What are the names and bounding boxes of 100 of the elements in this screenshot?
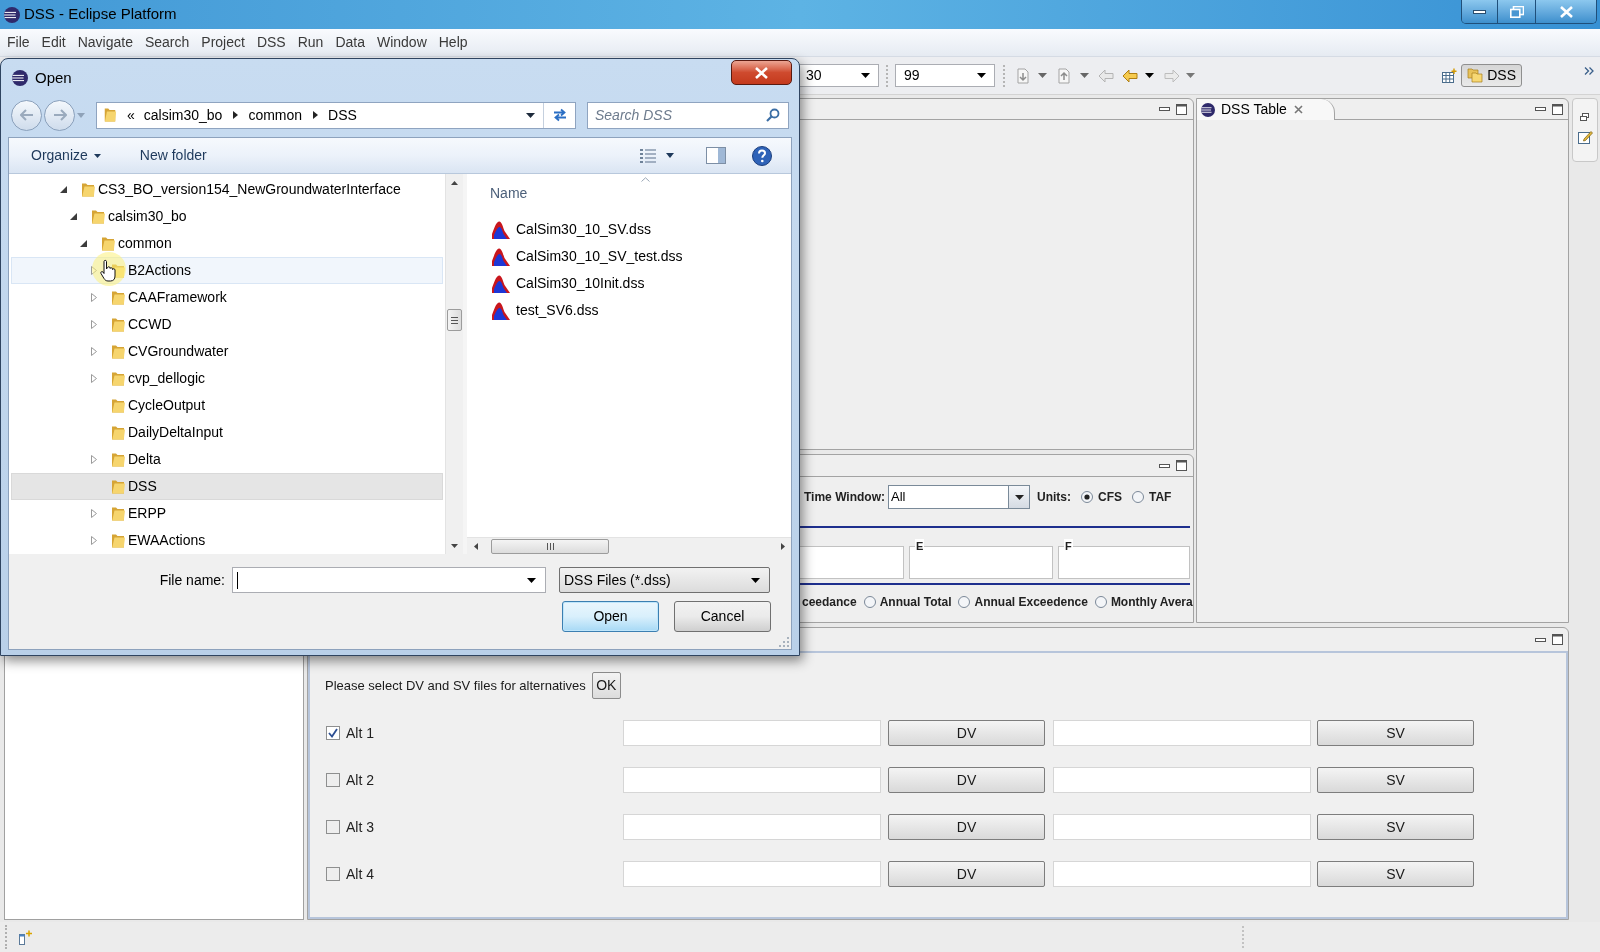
- view-tab[interactable]: DSS Table: [1197, 99, 1335, 120]
- menu-item[interactable]: File: [1, 31, 36, 54]
- sv-button[interactable]: SV: [1317, 720, 1474, 746]
- dv-button[interactable]: DV: [888, 767, 1045, 793]
- collapsed-arrow-icon[interactable]: [90, 266, 97, 275]
- menu-item[interactable]: Edit: [35, 31, 72, 54]
- maximize-icon[interactable]: [1176, 103, 1187, 115]
- collapsed-arrow-icon[interactable]: [90, 509, 97, 518]
- collapsed-arrow-icon[interactable]: [90, 347, 97, 356]
- text-field[interactable]: [623, 767, 881, 793]
- breadcrumb-arrow-icon[interactable]: [233, 111, 239, 119]
- minimize-icon[interactable]: [1159, 463, 1170, 468]
- collapsed-arrow-icon[interactable]: [90, 455, 97, 464]
- minimize-button[interactable]: [1462, 0, 1498, 23]
- address-bar[interactable]: « calsim30_bo common DSS: [96, 101, 576, 129]
- scrollbar[interactable]: [467, 537, 791, 554]
- minimize-icon[interactable]: [1535, 637, 1546, 642]
- caret-down-icon[interactable]: [666, 153, 674, 158]
- dv-button[interactable]: DV: [888, 814, 1045, 840]
- radio-button[interactable]: [1081, 491, 1093, 503]
- maximize-icon[interactable]: [1552, 634, 1563, 645]
- file-name-field[interactable]: [232, 567, 546, 593]
- checkbox[interactable]: [326, 867, 340, 881]
- text-field[interactable]: [1053, 767, 1311, 793]
- dropdown-field[interactable]: All: [888, 485, 1030, 509]
- command-button[interactable]: New folder: [131, 141, 215, 170]
- help-icon[interactable]: [752, 145, 772, 166]
- tree-item[interactable]: CVGroundwater: [11, 338, 443, 365]
- edit-icon[interactable]: [1576, 129, 1593, 145]
- sv-button[interactable]: SV: [1317, 767, 1474, 793]
- collapsed-arrow-icon[interactable]: [90, 320, 97, 329]
- tree-item[interactable]: CAAFramework: [11, 284, 443, 311]
- sv-button[interactable]: SV: [1317, 814, 1474, 840]
- command-button[interactable]: Organize: [23, 141, 109, 170]
- expanded-arrow-icon[interactable]: [60, 186, 67, 193]
- maximize-icon[interactable]: [1552, 103, 1563, 115]
- tree-item[interactable]: calsim30_bo: [11, 203, 443, 230]
- window-plus-icon[interactable]: [18, 929, 33, 945]
- tree-item[interactable]: EWAActions: [11, 527, 443, 554]
- tree-item[interactable]: common: [11, 230, 443, 257]
- column-header[interactable]: Name: [490, 183, 528, 204]
- checkbox[interactable]: [326, 773, 340, 787]
- file-type-dropdown[interactable]: DSS Files (*.dss): [559, 567, 770, 593]
- maximize-icon[interactable]: [1176, 460, 1187, 471]
- menu-item[interactable]: Project: [195, 31, 251, 54]
- radio-button[interactable]: [863, 596, 876, 608]
- tree-item[interactable]: DailyDeltaInput: [11, 419, 443, 446]
- radio-button[interactable]: [958, 596, 971, 608]
- dropdown-button[interactable]: [1008, 486, 1029, 508]
- tree-item[interactable]: CCWD: [11, 311, 443, 338]
- text-field[interactable]: [1053, 861, 1311, 887]
- overflow-chevron[interactable]: «: [127, 104, 135, 126]
- document-item[interactable]: CalSim30_10Init.dss: [491, 273, 645, 294]
- chevron-double-right-icon[interactable]: [1584, 67, 1594, 75]
- arrow-left-icon[interactable]: [1098, 68, 1114, 83]
- breadcrumb-arrow-icon[interactable]: [313, 111, 319, 119]
- minimize-icon[interactable]: [1159, 107, 1170, 111]
- menu-item[interactable]: Run: [291, 31, 330, 54]
- table-plus-icon[interactable]: [1441, 67, 1458, 84]
- breadcrumb[interactable]: calsim30_bo: [143, 104, 223, 126]
- document-item[interactable]: test_SV6.dss: [491, 300, 599, 321]
- collapsed-arrow-icon[interactable]: [90, 293, 97, 302]
- checkbox[interactable]: [326, 726, 340, 740]
- perspective-button[interactable]: DSS: [1461, 64, 1522, 87]
- forward-button[interactable]: [44, 99, 75, 131]
- restore-button[interactable]: [1498, 0, 1536, 23]
- search-field[interactable]: Search DSS: [587, 101, 789, 129]
- dropdown-field[interactable]: 99: [895, 64, 995, 87]
- tree-item[interactable]: cvp_dellogic: [11, 365, 443, 392]
- menu-item[interactable]: Navigate: [71, 31, 139, 54]
- menu-item[interactable]: Window: [370, 31, 433, 54]
- text-field[interactable]: [623, 720, 881, 746]
- collapsed-arrow-icon[interactable]: [90, 536, 97, 545]
- text-field[interactable]: [623, 861, 881, 887]
- arrow-left-icon[interactable]: [1122, 68, 1138, 83]
- collapsed-arrow-icon[interactable]: [90, 374, 97, 383]
- text-field[interactable]: [1053, 720, 1311, 746]
- breadcrumb[interactable]: common: [248, 104, 303, 126]
- dv-button[interactable]: DV: [888, 861, 1045, 887]
- minimize-icon[interactable]: [1535, 107, 1546, 111]
- tree-item[interactable]: CycleOutput: [11, 392, 443, 419]
- menu-item[interactable]: Help: [432, 31, 474, 54]
- close-icon[interactable]: [1293, 105, 1303, 114]
- page-up-arrow-icon[interactable]: [1056, 67, 1072, 84]
- caret-down-icon[interactable]: [1145, 73, 1154, 78]
- document-item[interactable]: CalSim30_10_SV_test.dss: [491, 246, 683, 267]
- back-button[interactable]: [11, 99, 42, 131]
- tree-item[interactable]: B2Actions: [11, 257, 443, 284]
- dv-button[interactable]: DV: [888, 720, 1045, 746]
- radio-button[interactable]: [1094, 596, 1107, 608]
- expanded-arrow-icon[interactable]: [70, 213, 77, 220]
- close-button[interactable]: [731, 60, 792, 85]
- expanded-arrow-icon[interactable]: [80, 240, 87, 247]
- tree-item[interactable]: DSS: [11, 473, 443, 500]
- caret-down-icon[interactable]: [526, 112, 535, 118]
- breadcrumb[interactable]: DSS: [328, 104, 357, 126]
- document-item[interactable]: CalSim30_10_SV.dss: [491, 219, 651, 240]
- radio-button[interactable]: [1132, 491, 1144, 503]
- text-field[interactable]: [1053, 814, 1311, 840]
- scrollbar[interactable]: [445, 174, 463, 554]
